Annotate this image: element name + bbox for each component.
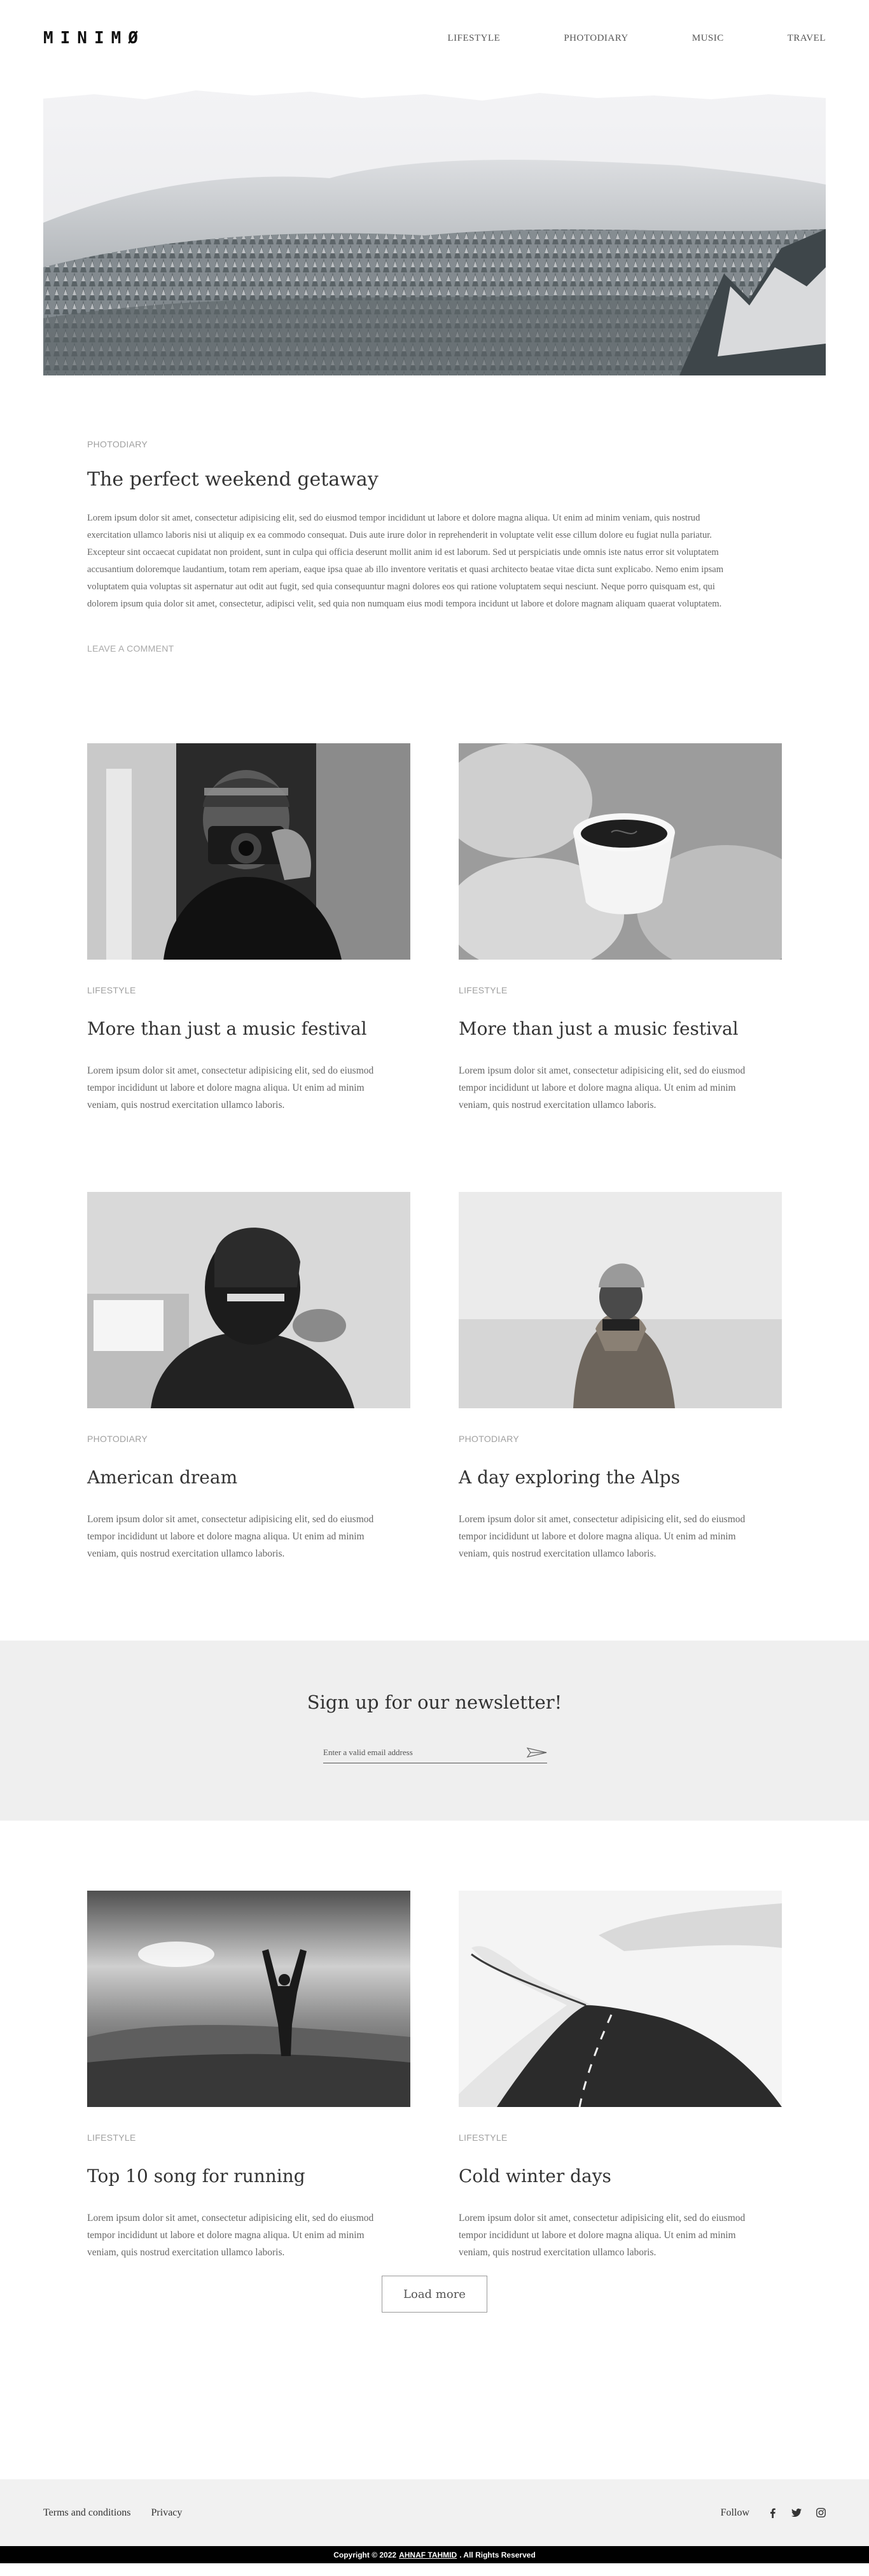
post-category[interactable]: LIFESTYLE [459,985,782,995]
nav-item-music[interactable]: MUSIC [692,33,724,44]
post-excerpt: Lorem ipsum dolor sit amet, consectetur … [459,1514,746,1559]
leave-comment-link[interactable]: LEAVE A COMMENT [87,643,174,654]
footer-social: Follow [721,2507,826,2519]
featured-category[interactable]: PHOTODIARY [87,439,739,449]
copyright-bar: Copyright © 2022 AHNAF TAHMID . All Righ… [0,2546,869,2563]
post-title[interactable]: Top 10 song for running [87,2166,410,2187]
site-header: MINIMØ LIFESTYLE PHOTODIARY MUSIC TRAVEL [0,0,869,76]
featured-text: Lorem ipsum dolor sit amet, consectetur … [87,513,724,609]
site-logo[interactable]: MINIMØ [43,29,145,48]
follow-label: Follow [720,2507,749,2518]
post-image-cap[interactable] [87,1192,410,1408]
post-grid: LIFESTYLE Top 10 song for running Lorem … [0,1891,869,2339]
instagram-icon[interactable] [816,2508,826,2518]
post-image-coffee-cup[interactable] [459,743,782,960]
post-card: LIFESTYLE More than just a music festiva… [459,743,782,1192]
post-excerpt: Lorem ipsum dolor sit amet, consectetur … [87,1065,374,1110]
post-card: PHOTODIARY American dream Lorem ipsum do… [87,1192,410,1641]
post-title[interactable]: Cold winter days [459,2166,782,2187]
snowy-forest-image [43,76,826,375]
post-category[interactable]: LIFESTYLE [87,985,410,995]
newsletter-section: Sign up for our newsletter! [0,1641,869,1821]
post-image-photographer[interactable] [87,743,410,960]
post-card: LIFESTYLE More than just a music festiva… [87,743,410,1192]
post-category[interactable]: PHOTODIARY [459,1434,782,1444]
nav-item-photodiary[interactable]: PHOTODIARY [564,33,628,44]
post-category[interactable]: LIFESTYLE [87,2132,410,2143]
site-footer: Terms and conditions Privacy Follow [0,2479,869,2546]
hero-image [43,76,826,375]
post-title[interactable]: A day exploring the Alps [459,1467,782,1488]
terms-link[interactable]: Terms and conditions [43,2507,131,2519]
nav-item-travel[interactable]: TRAVEL [788,33,826,44]
post-image-runner[interactable] [87,1891,410,2107]
copyright-suffix: . All Rights Reserved [459,2550,536,2559]
load-more-button[interactable]: Load more [382,2276,487,2313]
post-title[interactable]: American dream [87,1467,410,1488]
email-input[interactable] [323,1747,525,1758]
main-nav: LIFESTYLE PHOTODIARY MUSIC TRAVEL [384,33,826,44]
copyright-prefix: Copyright © 2022 [333,2550,397,2559]
post-card: PHOTODIARY A day exploring the Alps Lore… [459,1192,782,1641]
post-excerpt: Lorem ipsum dolor sit amet, consectetur … [459,2213,746,2258]
nav-item-lifestyle[interactable]: LIFESTYLE [448,33,501,44]
send-button[interactable] [525,1746,547,1759]
post-category[interactable]: LIFESTYLE [459,2132,782,2143]
post-card: LIFESTYLE Cold winter days Lorem ipsum d… [459,1891,782,2339]
post-image-hiker[interactable] [459,1192,782,1408]
privacy-link[interactable]: Privacy [151,2507,183,2519]
featured-post: PHOTODIARY The perfect weekend getaway L… [0,375,869,654]
post-title[interactable]: More than just a music festival [87,1018,410,1039]
newsletter-title: Sign up for our newsletter! [307,1691,562,1713]
post-excerpt: Lorem ipsum dolor sit amet, consectetur … [459,1065,746,1110]
footer-links: Terms and conditions Privacy [43,2507,182,2519]
author-link[interactable]: AHNAF TAHMID [399,2551,457,2559]
post-excerpt: Lorem ipsum dolor sit amet, consectetur … [87,2213,374,2258]
post-image-road[interactable] [459,1891,782,2107]
facebook-icon[interactable] [767,2508,777,2518]
newsletter-form [323,1746,547,1763]
featured-title[interactable]: The perfect weekend getaway [87,468,739,491]
post-card: LIFESTYLE Top 10 song for running Lorem … [87,1891,410,2339]
post-excerpt: Lorem ipsum dolor sit amet, consectetur … [87,1514,374,1559]
twitter-icon[interactable] [791,2508,802,2518]
post-title[interactable]: More than just a music festival [459,1018,782,1039]
post-category[interactable]: PHOTODIARY [87,1434,410,1444]
send-arrow-icon [527,1747,547,1758]
post-grid: LIFESTYLE More than just a music festiva… [0,743,869,1641]
